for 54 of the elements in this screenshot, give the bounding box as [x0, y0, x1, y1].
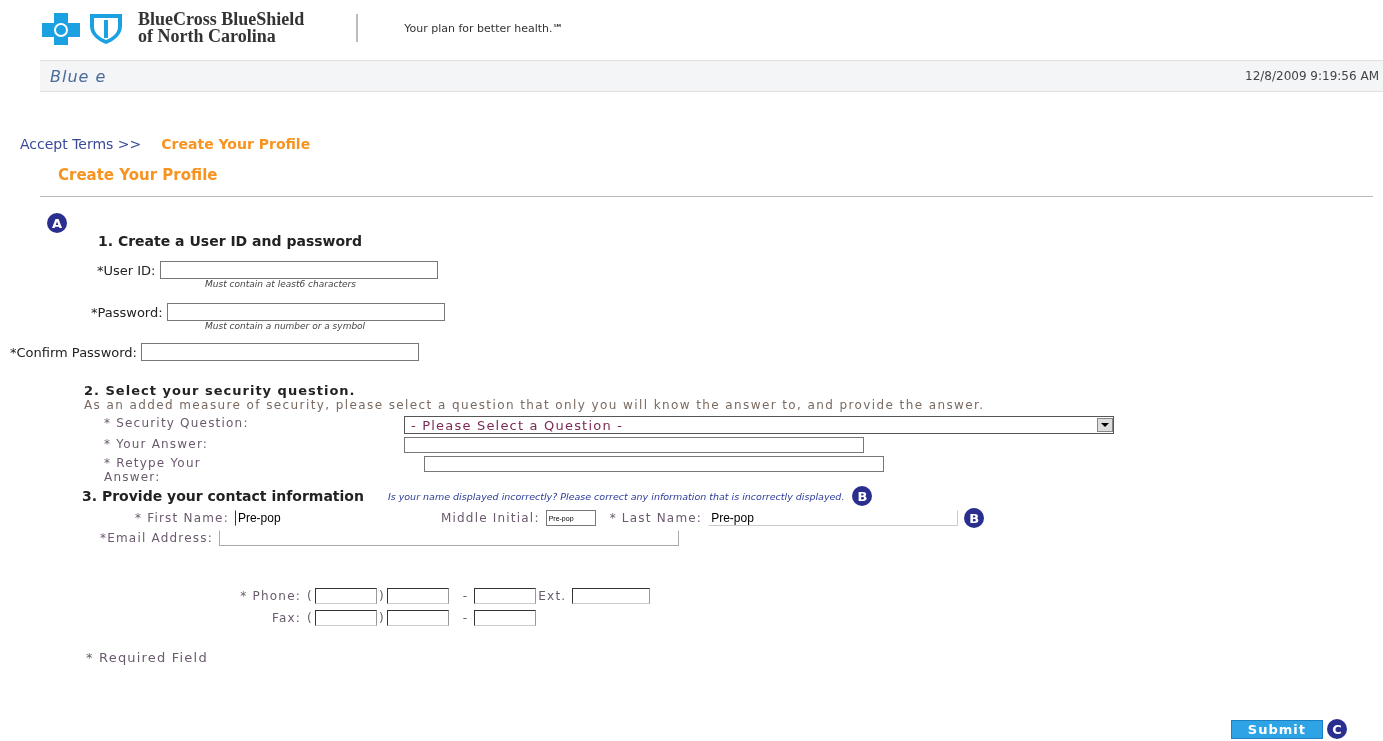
input-field[interactable] — [141, 343, 419, 361]
timestamp: 12/8/2009 9:19:56 AM — [1245, 69, 1379, 83]
input-field[interactable] — [166, 303, 445, 321]
punctuation: ( — [307, 611, 313, 625]
punctuation: ( — [307, 589, 313, 603]
input-field[interactable] — [314, 610, 377, 626]
section-heading: 3. Provide your contact information — [82, 488, 364, 504]
field-label: Middle Initial: — [440, 511, 540, 525]
input-field[interactable] — [386, 588, 449, 604]
breadcrumb-link[interactable]: Accept Terms >> — [20, 136, 142, 152]
tagline: Your plan for better health.℠ — [404, 21, 564, 35]
field-label: *Password: — [91, 304, 163, 320]
field-label: *User ID: — [97, 262, 156, 278]
field-label: Fax: — [270, 611, 302, 625]
marker-badge: B — [964, 508, 985, 528]
input-field[interactable] — [474, 588, 537, 604]
marker-badge: B — [852, 486, 873, 506]
notice-text: Is your name displayed incorrectly? Please correct any information that is incorrectly displayed. — [387, 490, 845, 502]
marker-badge: A — [47, 213, 67, 233]
input-field[interactable] — [314, 588, 377, 604]
field-label: *Email Address: — [100, 531, 213, 545]
marker-badge: C — [1327, 719, 1347, 739]
input-field[interactable] — [218, 530, 679, 546]
field-label: * First Name: — [135, 511, 229, 525]
punctuation: - — [462, 611, 469, 625]
app-title: Blue e — [50, 66, 107, 86]
input-field[interactable] — [474, 610, 537, 626]
punctuation: ) — [378, 611, 385, 625]
input-field[interactable] — [404, 437, 864, 453]
section-heading: 1. Create a User ID and password — [98, 233, 364, 249]
section-description: As an added measure of security, please select a question that only you will know the answer to, and provide the answer. — [84, 398, 986, 413]
field-label: Ext. — [538, 589, 567, 603]
field-label: * Retype Your Answer: — [103, 456, 202, 484]
input-field[interactable] — [572, 588, 651, 604]
punctuation: ) — [378, 589, 385, 603]
input-field[interactable] — [424, 456, 884, 472]
question-dropdown[interactable]: - Please Select a Question - — [404, 416, 1114, 434]
field-label: * Phone: — [239, 589, 302, 603]
punctuation: - — [462, 589, 469, 603]
field-label: *Confirm Password: — [10, 344, 137, 360]
section-heading: 2. Select your security question. — [84, 383, 357, 398]
input-field[interactable] — [159, 261, 438, 279]
field-label: * Security Question: — [103, 416, 250, 430]
field-hint: Must contain a number or a symbol — [205, 321, 367, 331]
field-hint: Must contain at least6 characters — [205, 279, 357, 289]
page-title: Create Your Profile — [58, 166, 219, 184]
field-label: * Last Name: — [609, 511, 703, 525]
brand-name: BlueCross BlueShield — [138, 11, 305, 28]
field-label: * Your Answer: — [103, 437, 210, 451]
required-note: * Required Field — [86, 650, 209, 665]
input-field[interactable] — [386, 610, 449, 626]
input-field[interactable]: Pre-pop — [708, 510, 959, 526]
brand-name: of North Carolina — [138, 28, 277, 45]
caret-icon — [1097, 418, 1113, 432]
